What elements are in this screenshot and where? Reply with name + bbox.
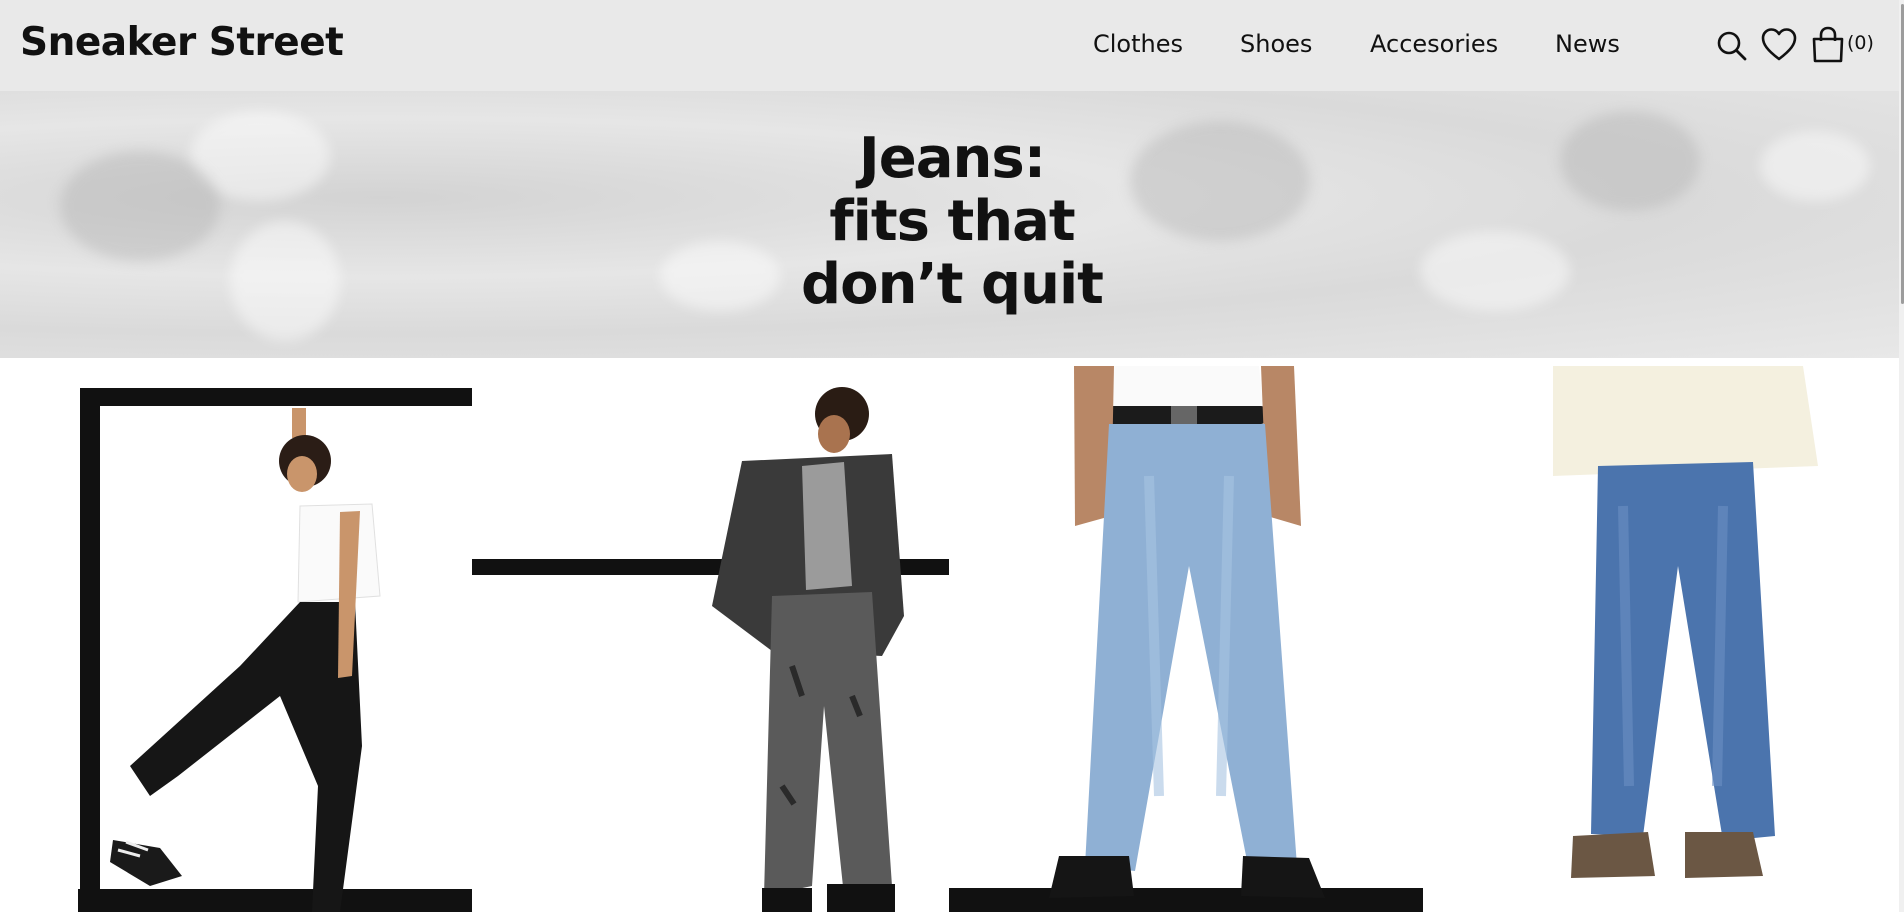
model-black-jeans-image	[0, 366, 472, 912]
model-light-blue-jeans-image	[949, 366, 1423, 912]
model-mid-blue-jeans-image	[1423, 366, 1904, 912]
search-icon	[1717, 31, 1747, 61]
model-grey-distressed-jeans-image	[472, 366, 949, 912]
hero-banner[interactable]: Jeans: fits that don’t quit	[0, 91, 1904, 358]
nav-link-news[interactable]: News	[1555, 30, 1620, 58]
heart-icon	[1761, 28, 1797, 61]
product-gallery	[0, 366, 1904, 912]
gallery-tile-1[interactable]	[0, 366, 472, 912]
search-button[interactable]	[1716, 26, 1748, 64]
site-header: Sneaker Street Clothes Shoes Accesories …	[0, 0, 1904, 91]
shopping-bag-icon	[1812, 26, 1844, 63]
nav-link-shoes[interactable]: Shoes	[1240, 30, 1312, 58]
hero-line-1: Jeans:	[858, 126, 1046, 191]
page-scrollbar[interactable]	[1899, 0, 1904, 912]
gallery-tile-3[interactable]	[949, 366, 1423, 912]
hero-headline: Jeans: fits that don’t quit	[0, 127, 1904, 316]
gallery-tile-2[interactable]	[472, 366, 949, 912]
wishlist-button[interactable]	[1761, 26, 1797, 64]
hero-line-2: fits that	[829, 189, 1075, 254]
cart-button[interactable]: (0)	[1811, 26, 1895, 64]
gallery-tile-4[interactable]	[1423, 366, 1904, 912]
hero-line-3: don’t quit	[801, 252, 1104, 317]
brand-logo[interactable]: Sneaker Street	[20, 20, 344, 65]
cart-count: (0)	[1847, 32, 1874, 54]
nav-link-accesories[interactable]: Accesories	[1370, 30, 1498, 58]
nav-link-clothes[interactable]: Clothes	[1093, 30, 1183, 58]
